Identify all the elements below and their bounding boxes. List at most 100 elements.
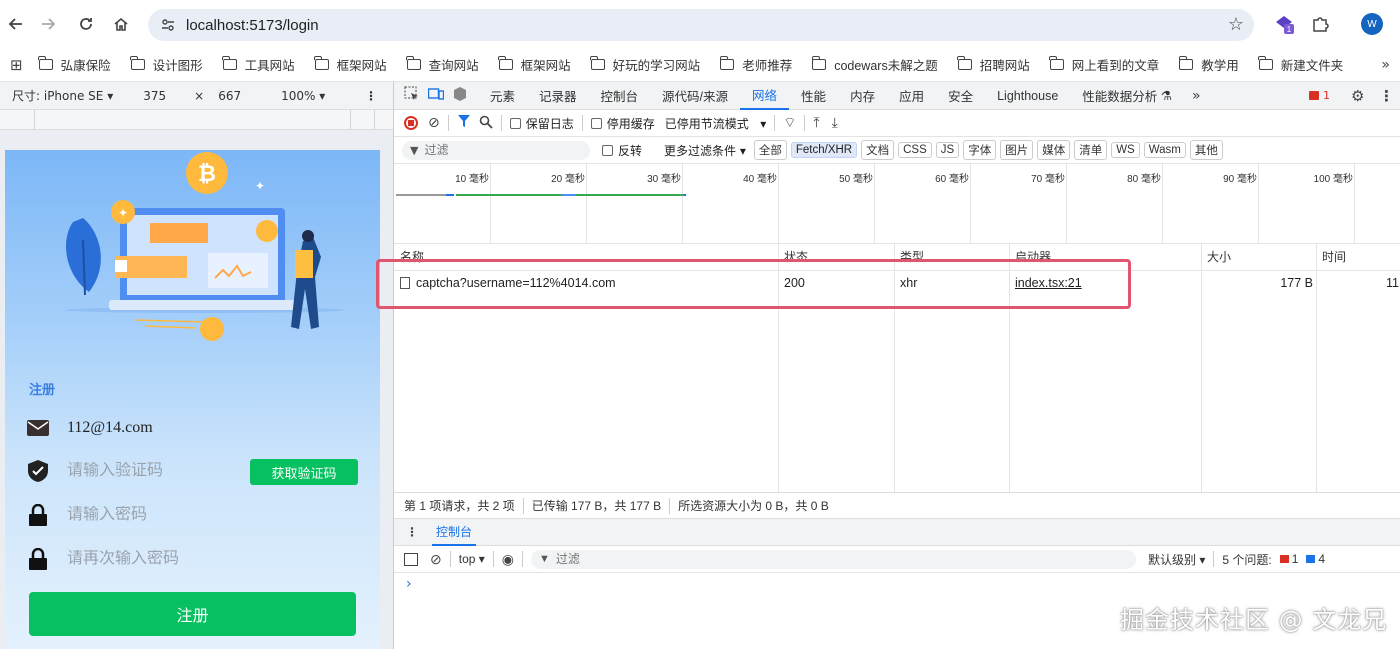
bookmark-item[interactable]: 网上看到的文章	[1049, 55, 1159, 74]
email-field[interactable]	[67, 419, 237, 437]
password-input[interactable]	[67, 506, 237, 524]
tab-lighthouse[interactable]: Lighthouse	[985, 82, 1070, 110]
tab-memory[interactable]: 内存	[838, 82, 887, 110]
requests-count: 第 1 项请求，共 2 项	[404, 499, 515, 513]
bookmark-item[interactable]: 设计图形	[130, 55, 203, 74]
timeline-bar-blue	[446, 194, 454, 196]
filter-chip-fetch-xhr[interactable]: Fetch/XHR	[790, 142, 858, 158]
lock-icon	[27, 548, 49, 570]
bookmark-item[interactable]: 弘康保险	[38, 55, 111, 74]
address-bar[interactable]: ☆	[148, 9, 1254, 41]
more-options-icon[interactable]: ⋮	[365, 89, 377, 103]
context-select[interactable]: top ▾	[459, 552, 485, 566]
bookmark-item[interactable]: 框架网站	[498, 55, 571, 74]
bookmark-item[interactable]: 老师推荐	[719, 55, 792, 74]
back-icon[interactable]	[4, 12, 28, 36]
tab-performance-insights[interactable]: 性能数据分析 ⚗	[1070, 82, 1184, 110]
bookmark-star-icon[interactable]: ☆	[1228, 14, 1244, 35]
console-prompt-icon[interactable]: ›	[406, 576, 412, 592]
bookmark-item[interactable]: 好玩的学习网站	[590, 55, 700, 74]
disable-cache-checkbox[interactable]: 停用缓存	[590, 115, 655, 132]
filter-funnel-icon[interactable]	[457, 114, 471, 132]
issues-badge[interactable]: 1	[1309, 89, 1330, 102]
clear-console-icon[interactable]: ⊘	[430, 551, 442, 568]
confirm-password-input[interactable]	[67, 550, 237, 568]
import-har-icon[interactable]: ⤒	[813, 115, 819, 131]
bookmark-item[interactable]: 查询网站	[406, 55, 479, 74]
reload-icon[interactable]	[74, 12, 98, 36]
device-height[interactable]: 667	[218, 89, 241, 103]
filter-chip-other[interactable]: 其他	[1189, 140, 1223, 160]
issues-info-count[interactable]: 4	[1306, 552, 1325, 566]
drawer-menu-icon[interactable]: ⋮	[406, 525, 418, 539]
export-har-icon[interactable]: ⤓	[832, 115, 838, 131]
lock-icon	[27, 504, 49, 526]
site-info-icon[interactable]	[156, 13, 180, 37]
extension-icon[interactable]: 1	[1272, 12, 1296, 36]
filter-chip-css[interactable]: CSS	[898, 142, 932, 158]
device-width[interactable]: 375	[143, 89, 166, 103]
throttle-select[interactable]: 已停用节流模式 ▾	[665, 115, 766, 132]
record-stop-icon[interactable]	[404, 116, 418, 130]
devtools-menu-icon[interactable]: ⋮	[1379, 87, 1394, 105]
url-input[interactable]	[186, 16, 1086, 34]
tab-recorder[interactable]: 记录器	[527, 82, 589, 110]
bookmark-item[interactable]: 框架网站	[314, 55, 387, 74]
sidebar-toggle-icon[interactable]	[404, 552, 418, 566]
home-icon[interactable]	[109, 12, 133, 36]
cube-icon[interactable]	[452, 86, 468, 105]
get-code-button[interactable]: 获取验证码	[250, 459, 358, 485]
settings-gear-icon[interactable]: ⚙	[1351, 87, 1364, 105]
apps-grid-icon[interactable]: ⊞	[10, 56, 23, 74]
preserve-log-checkbox[interactable]: 保留日志	[509, 115, 574, 132]
more-filters-select[interactable]: 更多过滤条件 ▾	[664, 142, 746, 159]
more-tabs-icon[interactable]: »	[1192, 88, 1201, 104]
column-header-time[interactable]: 时间	[1316, 244, 1400, 271]
search-icon[interactable]	[479, 115, 493, 132]
network-conditions-icon[interactable]: ⌔	[783, 114, 796, 132]
filter-chip-manifest[interactable]: 清单	[1074, 140, 1108, 160]
filter-chip-js[interactable]: JS	[935, 142, 960, 158]
invert-checkbox[interactable]: 反转	[602, 142, 642, 159]
profile-avatar[interactable]: W	[1360, 12, 1384, 36]
eye-icon[interactable]: ◉	[502, 551, 514, 568]
issues-label[interactable]: 5 个问题:	[1222, 551, 1271, 568]
bookmark-item[interactable]: 招聘网站	[957, 55, 1030, 74]
tab-performance[interactable]: 性能	[789, 82, 838, 110]
console-filter-input[interactable]	[555, 552, 1116, 566]
tab-console[interactable]: 控制台	[589, 82, 651, 110]
log-level-select[interactable]: 默认级别 ▾	[1148, 551, 1205, 568]
tab-application[interactable]: 应用	[887, 82, 936, 110]
zoom-select[interactable]: 100% ▾	[281, 89, 325, 103]
filter-chip-ws[interactable]: WS	[1111, 142, 1140, 158]
tab-security[interactable]: 安全	[936, 82, 985, 110]
svg-text:✦: ✦	[118, 206, 128, 220]
filter-chip-media[interactable]: 媒体	[1037, 140, 1071, 160]
device-toggle-icon[interactable]	[427, 86, 445, 105]
filter-chip-doc[interactable]: 文档	[861, 140, 895, 160]
tab-sources[interactable]: 源代码/来源	[650, 82, 740, 110]
device-select[interactable]: 尺寸: iPhone SE ▾	[12, 87, 113, 104]
filter-chip-all[interactable]: 全部	[753, 140, 787, 160]
folder-icon	[38, 56, 53, 70]
inspect-element-icon[interactable]	[404, 86, 420, 105]
bookmark-item[interactable]: 教学用	[1178, 55, 1239, 74]
filter-chip-font[interactable]: 字体	[963, 140, 997, 160]
filter-input[interactable]	[424, 143, 575, 157]
verification-code-input[interactable]	[67, 462, 237, 480]
drawer-tab-console[interactable]: 控制台	[432, 519, 477, 546]
clear-icon[interactable]: ⊘	[428, 115, 440, 131]
filter-chip-wasm[interactable]: Wasm	[1143, 142, 1186, 158]
column-header-size[interactable]: 大小	[1201, 244, 1316, 271]
filter-chip-img[interactable]: 图片	[1000, 140, 1034, 160]
tab-network[interactable]: 网络	[740, 82, 790, 110]
bookmark-item[interactable]: codewars未解之题	[811, 55, 938, 74]
register-button[interactable]: 注册	[29, 592, 356, 636]
bookmark-item[interactable]: 新建文件夹	[1258, 55, 1343, 74]
issues-errors-count[interactable]: 1	[1279, 552, 1298, 566]
forward-icon[interactable]	[36, 12, 60, 36]
puzzle-icon[interactable]	[1308, 12, 1332, 36]
more-bookmarks-icon[interactable]: »	[1381, 57, 1390, 73]
tab-elements[interactable]: 元素	[478, 82, 527, 110]
bookmark-item[interactable]: 工具网站	[222, 55, 295, 74]
